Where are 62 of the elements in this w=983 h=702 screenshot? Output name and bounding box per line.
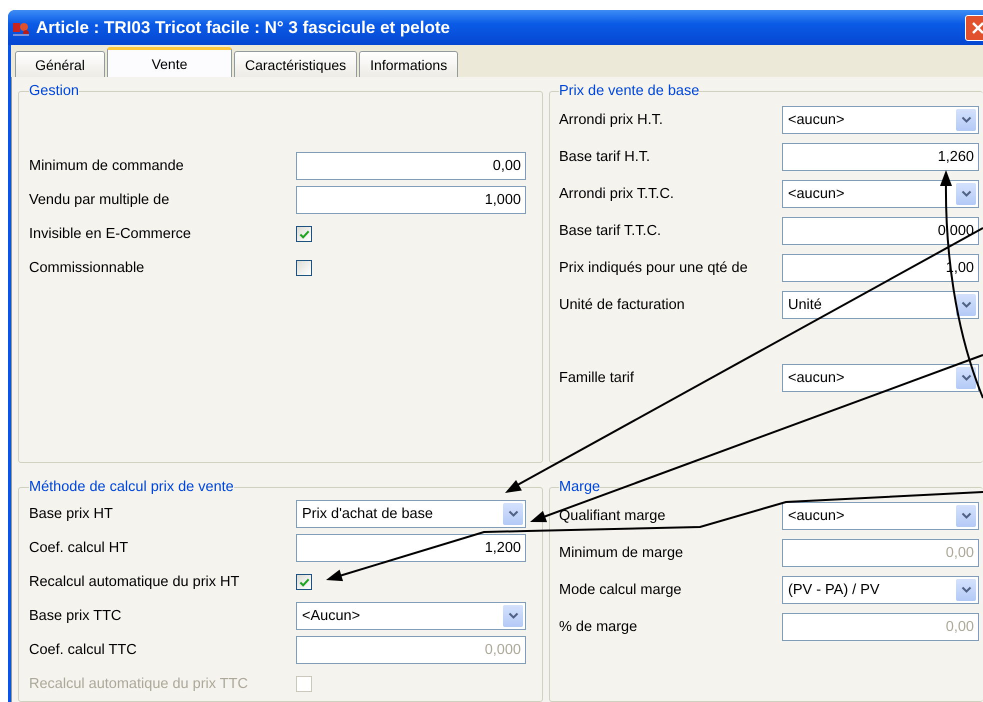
field-label: Commissionnable — [29, 260, 146, 276]
dropdown[interactable]: <aucun> — [782, 502, 979, 530]
chevron-icon — [960, 116, 972, 124]
field-label: Recalcul automatique du prix HT — [29, 574, 240, 590]
close-icon — [971, 20, 983, 34]
check-icon — [298, 576, 310, 588]
group-title: Gestion — [29, 83, 79, 99]
field-label: Arrondi prix H.T. — [559, 112, 664, 128]
dropdown-button[interactable] — [956, 182, 976, 204]
dropdown[interactable]: <aucun> — [782, 180, 979, 208]
field-label: Base tarif T.T.C. — [559, 222, 662, 238]
tab[interactable]: Général — [15, 51, 105, 77]
dropdown[interactable]: (PV - PA) / PV — [782, 576, 979, 604]
dropdown-button[interactable] — [956, 294, 976, 316]
field-label: Arrondi prix T.T.C. — [559, 186, 675, 202]
dropdown-button[interactable] — [956, 108, 976, 130]
field-label: Famille tarif — [559, 370, 635, 386]
field-label: Prix indiqués pour une qté de — [559, 260, 749, 276]
input-field[interactable]: 0,00 — [296, 152, 526, 180]
field-label: Invisible en E-Commerce — [29, 226, 192, 242]
dropdown-button[interactable] — [956, 504, 976, 526]
tab[interactable]: Informations — [359, 51, 458, 77]
field-label: Coef. calcul HT — [29, 540, 130, 556]
field-label: Mode calcul marge — [559, 582, 682, 598]
checkbox[interactable] — [296, 226, 312, 242]
dropdown-button[interactable] — [956, 366, 976, 388]
input-field[interactable]: 1,200 — [296, 534, 526, 562]
chevron-icon — [960, 300, 972, 308]
field-label: Vendu par multiple de — [29, 192, 170, 208]
dropdown-button[interactable] — [956, 578, 976, 600]
chevron-icon — [508, 510, 518, 518]
input-field[interactable]: 1,000 — [296, 186, 526, 214]
field-label: Base prix HT — [29, 506, 114, 522]
checkbox[interactable] — [296, 574, 312, 590]
dropdown[interactable]: <aucun> — [782, 364, 979, 392]
field-label: Qualifiant marge — [559, 508, 666, 524]
field-label: Base tarif H.T. — [559, 148, 652, 164]
group-title: Marge — [559, 479, 600, 495]
dropdown[interactable]: <Aucun> — [296, 602, 526, 630]
chevron-icon — [960, 374, 972, 382]
chevron-icon — [508, 612, 518, 620]
dropdown[interactable]: Prix d'achat de base — [296, 500, 526, 528]
group-title: Méthode de calcul prix de vente — [29, 479, 234, 495]
field-label: Minimum de marge — [559, 544, 684, 560]
tab[interactable]: Caractéristiques — [234, 51, 358, 77]
input-field[interactable]: 1,260 — [782, 142, 979, 170]
group-title: Prix de vente de base — [559, 83, 700, 99]
field-label: Coef. calcul TTC — [29, 642, 138, 658]
chevron-icon — [960, 512, 972, 520]
field-label: % de marge — [559, 618, 638, 634]
window-title: Article : TRI03 Tricot facile : N° 3 fascicule et pelote — [36, 18, 451, 38]
dropdown[interactable]: <aucun> — [782, 106, 979, 134]
check-icon — [298, 228, 310, 240]
tab[interactable]: Vente — [107, 47, 232, 77]
field-label: Recalcul automatique du prix TTC — [29, 676, 249, 692]
field-label: Base prix TTC — [29, 608, 122, 624]
field-label: Unité de facturation — [559, 296, 686, 312]
chevron-icon — [960, 586, 972, 594]
chevron-icon — [960, 190, 972, 198]
dropdown[interactable]: Unité — [782, 290, 979, 318]
field-label: Minimum de commande — [29, 158, 185, 174]
checkbox[interactable] — [296, 260, 312, 276]
